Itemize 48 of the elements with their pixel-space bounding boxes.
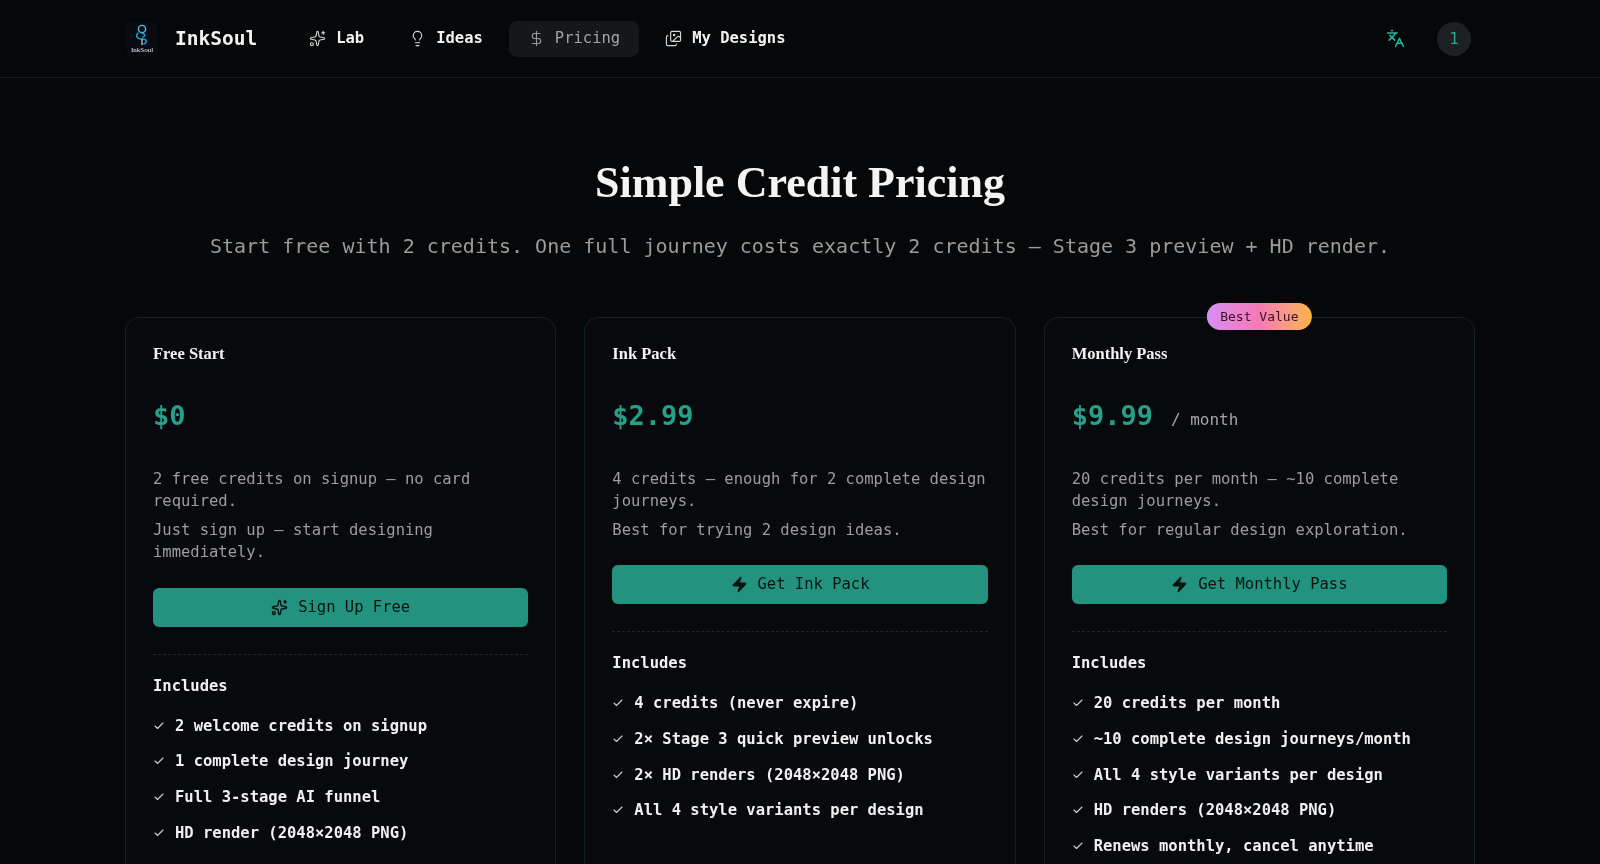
plan-button[interactable]: Get Monthly Pass xyxy=(1071,565,1447,605)
plan-description: 2 free credits on signup — no card required. xyxy=(153,469,472,513)
includes-heading: Includes xyxy=(1071,653,1148,675)
page-subtitle: Start free with 2 credits. One full journey costs exactly 2 credits — Stage 3 preview + HD render. xyxy=(210,233,1390,260)
feature-text: All 4 style variants per design xyxy=(1093,764,1383,786)
images-icon xyxy=(665,30,683,47)
includes-heading: Includes xyxy=(153,675,229,697)
nav-tab[interactable]: Lab xyxy=(290,20,384,57)
plan-description: 4 credits — enough for 2 complete design journeys. xyxy=(612,469,987,513)
brand-name[interactable]: InkSoul xyxy=(175,24,258,53)
lightning-icon xyxy=(1171,576,1189,594)
feature-text: 1 complete design journey xyxy=(175,751,409,773)
sparkles-icon xyxy=(309,30,327,47)
best-value-badge: Best Value xyxy=(1207,303,1312,330)
plan-button[interactable]: Sign Up Free xyxy=(153,587,529,627)
plan-name: Ink Pack xyxy=(612,343,678,365)
nav-tab[interactable]: Pricing xyxy=(508,20,640,57)
feature-text: HD render (2048×2048 PNG) xyxy=(175,822,409,844)
page-title: Simple Credit Pricing xyxy=(595,158,1005,208)
feature-text: 20 credits per month xyxy=(1093,693,1281,715)
price-period: / month xyxy=(1170,409,1239,431)
plan-price: $0 xyxy=(153,399,186,433)
plan-description: Best for regular design exploration. xyxy=(1071,519,1409,541)
nav-tab[interactable]: Ideas xyxy=(390,20,502,57)
plan-price: $9.99 xyxy=(1071,399,1153,433)
user-avatar[interactable]: 1 xyxy=(1437,21,1471,56)
plan-button[interactable]: Get Ink Pack xyxy=(612,565,988,605)
plan-description: 20 credits per month — ~10 complete design journeys. xyxy=(1071,469,1400,513)
feature-text: Full 3-stage AI funnel xyxy=(175,787,381,808)
check-icon xyxy=(153,791,165,803)
feature-text: All 4 style variants per design xyxy=(634,800,924,822)
plan-description: Just sign up — start designing immediately. xyxy=(153,519,434,564)
feature-text: 2 welcome credits on signup xyxy=(175,715,427,737)
feature-text: HD renders (2048×2048 PNG) xyxy=(1093,800,1337,822)
plan-price: $2.99 xyxy=(612,399,694,433)
plan-name: Monthly Pass xyxy=(1071,343,1169,365)
sparkles-icon xyxy=(271,598,289,616)
feature-text: ~10 complete design journeys/month xyxy=(1093,728,1411,750)
feature-text: 4 credits (never expire) xyxy=(634,693,859,715)
plan-description: Best for trying 2 design ideas. xyxy=(612,519,903,541)
plan-name: Free Start xyxy=(153,343,226,365)
feature-text: 2× HD renders (2048×2048 PNG) xyxy=(634,764,905,786)
lightning-icon xyxy=(730,576,748,594)
nav-tab[interactable]: My Designs xyxy=(646,20,805,57)
feature-text: 2× Stage 3 quick preview unlocks xyxy=(634,728,933,750)
translate-icon[interactable] xyxy=(1386,29,1405,48)
feature-text: Renews monthly, cancel anytime xyxy=(1093,835,1374,857)
includes-heading: Includes xyxy=(612,653,688,675)
